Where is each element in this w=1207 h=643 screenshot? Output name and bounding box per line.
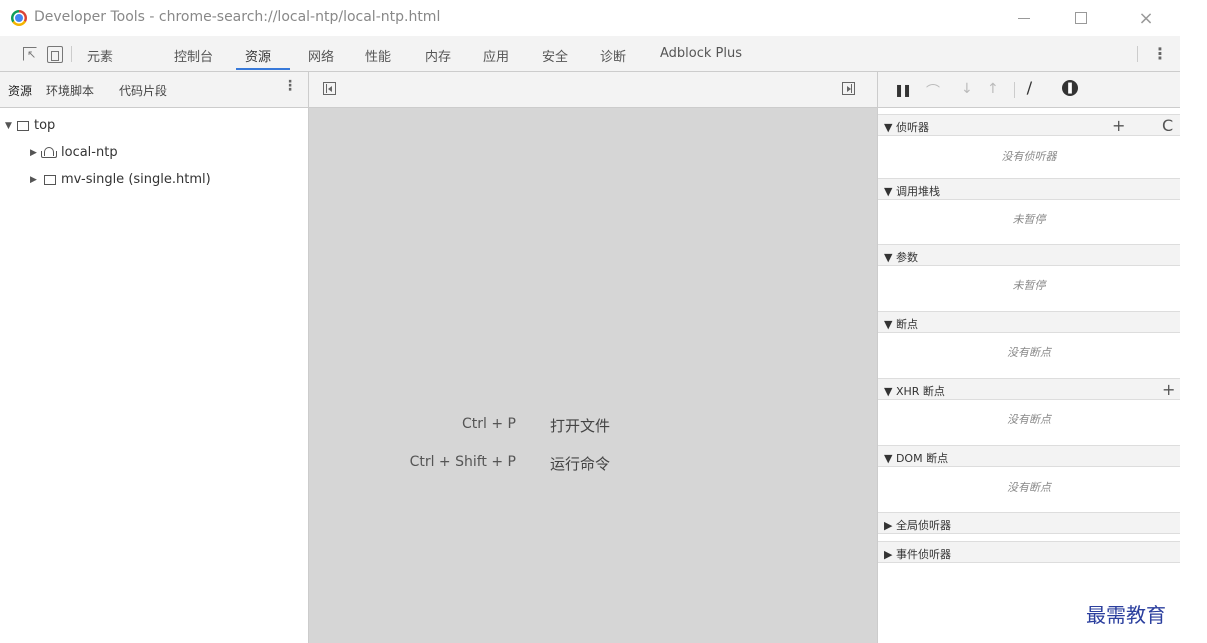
section-title: ▼ XHR 断点: [884, 385, 945, 398]
debugger-toolbar: ❚❚ ⌒ ↓ ↑ ⧸ ❚: [878, 72, 1180, 108]
tree-item-label: local-ntp: [61, 145, 118, 160]
tab-console[interactable]: 控制台: [174, 46, 213, 65]
section-call-stack[interactable]: ▼ 调用堆栈: [878, 178, 1180, 200]
section-xhr-breakpoints[interactable]: ▼ XHR 断点 +: [878, 378, 1180, 400]
expand-arrow-icon: ▼: [5, 120, 12, 131]
toggle-debugger-icon[interactable]: [842, 82, 855, 95]
section-watch[interactable]: ▼ 侦听器 + C: [878, 114, 1180, 136]
step-out-icon[interactable]: ↑: [987, 81, 999, 97]
step-into-icon[interactable]: ↓: [961, 81, 973, 97]
tree-item-label: mv-single (single.html): [61, 172, 211, 187]
tree-item-local-ntp[interactable]: ▶ local-ntp: [30, 145, 118, 160]
window-titlebar: Developer Tools - chrome-search://local-…: [0, 0, 1180, 36]
toolbar-divider: [71, 46, 72, 62]
navigator-subtabs: 资源 环境脚本 代码片段 ⋮: [0, 72, 308, 108]
inspect-element-icon[interactable]: [21, 45, 39, 63]
section-body: 没有侦听器: [1001, 150, 1057, 163]
tab-memory[interactable]: 内存: [425, 46, 451, 65]
deactivate-breakpoints-icon[interactable]: ⧸: [1027, 81, 1032, 97]
tab-elements[interactable]: 元素: [87, 46, 113, 65]
maximize-button[interactable]: [1059, 4, 1103, 32]
section-dom-breakpoints[interactable]: ▼ DOM 断点: [878, 445, 1180, 467]
tree-item-top[interactable]: ▼ top: [5, 118, 55, 133]
device-toolbar-icon[interactable]: [45, 45, 63, 63]
section-body: 未暂停: [1012, 213, 1046, 226]
toolbar-divider: [1014, 82, 1015, 98]
tab-security[interactable]: 安全: [542, 46, 568, 65]
debugger-pane: ❚❚ ⌒ ↓ ↑ ⧸ ❚ ▼ 侦听器 + C 没有侦听器 ▼ 调用堆栈 未暂停 …: [877, 72, 1180, 643]
minimize-button[interactable]: [1002, 4, 1046, 32]
navigator-pane: 资源 环境脚本 代码片段 ⋮ ▼ top ▶ local-ntp ▶ mv-si…: [0, 72, 309, 643]
subtab-content-scripts[interactable]: 环境脚本: [46, 82, 94, 99]
section-title: ▼ 参数: [884, 251, 918, 264]
section-body: 没有断点: [1007, 481, 1051, 494]
section-title: ▼ 侦听器: [884, 121, 929, 134]
section-body: 没有断点: [1007, 413, 1051, 426]
section-title: ▼ DOM 断点: [884, 452, 949, 465]
tab-adblock-plus[interactable]: Adblock Plus: [660, 46, 742, 61]
chrome-icon: [11, 10, 27, 26]
watermark-text: 最需教育: [1086, 603, 1166, 627]
add-listener-icon[interactable]: +: [1112, 116, 1125, 135]
shortcut-key-open-file: Ctrl + P: [462, 416, 516, 432]
section-title: ▶ 全局侦听器: [884, 519, 951, 532]
window-title: Developer Tools - chrome-search://local-…: [34, 9, 441, 25]
frame-icon: [44, 174, 56, 185]
refresh-icon[interactable]: C: [1162, 116, 1173, 135]
tab-sources[interactable]: 资源: [245, 46, 271, 65]
step-over-icon[interactable]: ⌒: [926, 81, 940, 101]
section-title: ▼ 调用堆栈: [884, 185, 940, 198]
add-xhr-breakpoint-icon[interactable]: +: [1162, 380, 1175, 399]
section-scope[interactable]: ▼ 参数: [878, 244, 1180, 266]
close-button[interactable]: ×: [1124, 4, 1168, 32]
cloud-icon: [41, 147, 57, 158]
tab-performance[interactable]: 性能: [365, 46, 391, 65]
toggle-navigator-icon[interactable]: [323, 82, 336, 95]
section-body: 未暂停: [1012, 279, 1046, 292]
section-title: ▶ 事件侦听器: [884, 548, 951, 561]
tab-audits[interactable]: 诊断: [600, 46, 626, 65]
collapse-arrow-icon: ▶: [30, 147, 37, 158]
section-global-listeners[interactable]: ▶ 全局侦听器: [878, 512, 1180, 534]
more-options-icon[interactable]: ⋮: [1152, 44, 1168, 63]
shortcut-key-run-command: Ctrl + Shift + P: [409, 454, 516, 470]
main-tabbar: 元素 控制台 资源 网络 性能 内存 应用 安全 诊断 Adblock Plus…: [0, 36, 1180, 72]
toolbar-divider-right: [1137, 46, 1138, 62]
editor-toolbar: [309, 72, 877, 108]
active-tab-indicator: [236, 68, 290, 70]
shortcut-label-run-command: 运行命令: [550, 455, 611, 473]
section-event-listeners[interactable]: ▶ 事件侦听器: [878, 541, 1180, 563]
subtab-snippets[interactable]: 代码片段: [119, 82, 167, 99]
section-breakpoints[interactable]: ▼ 断点: [878, 311, 1180, 333]
section-body: 没有断点: [1007, 346, 1051, 359]
shortcut-label-open-file: 打开文件: [550, 417, 611, 435]
pause-icon[interactable]: ❚❚: [894, 83, 912, 97]
tab-application[interactable]: 应用: [483, 46, 509, 65]
editor-pane: Ctrl + P 打开文件 Ctrl + Shift + P 运行命令: [309, 72, 877, 643]
frame-icon: [17, 120, 29, 131]
tree-item-mv-single[interactable]: ▶ mv-single (single.html): [30, 172, 211, 187]
subtab-sources[interactable]: 资源: [8, 82, 32, 99]
tree-item-label: top: [34, 118, 56, 133]
collapse-arrow-icon: ▶: [30, 174, 37, 185]
pause-on-exceptions-icon[interactable]: ❚: [1062, 80, 1078, 96]
section-title: ▼ 断点: [884, 318, 918, 331]
tab-network[interactable]: 网络: [308, 46, 334, 65]
navigator-more-icon[interactable]: ⋮: [283, 78, 297, 94]
